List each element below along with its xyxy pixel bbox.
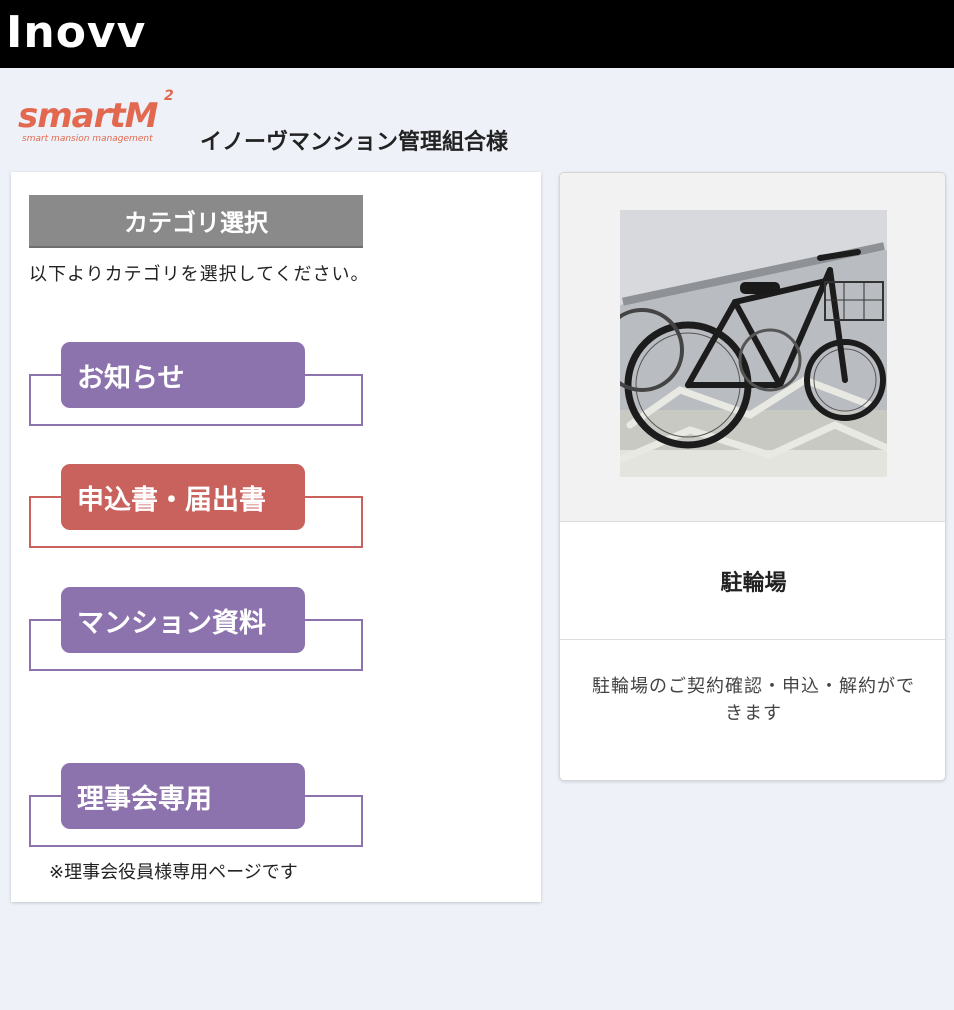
category-label: マンション資料 xyxy=(61,587,305,653)
card-image-area xyxy=(560,173,945,522)
card-title: 駐輪場 xyxy=(560,522,945,640)
category-button-board-only[interactable]: 理事会専用 xyxy=(29,763,363,851)
logo-tagline: smart mansion management xyxy=(22,134,153,144)
category-panel: カテゴリ選択 以下よりカテゴリを選択してください。 お知らせ 申込書・届出書 マ… xyxy=(11,172,541,902)
category-label: 申込書・届出書 xyxy=(61,464,305,530)
logo-superscript: 2 xyxy=(164,88,174,104)
category-label: お知らせ xyxy=(61,342,305,408)
category-button-applications[interactable]: 申込書・届出書 xyxy=(29,464,363,552)
top-bar: Inovv xyxy=(0,0,954,68)
logo-text: smartM xyxy=(18,96,158,136)
bicycle-photo xyxy=(620,210,887,477)
category-label: 理事会専用 xyxy=(61,763,305,829)
brand-logo[interactable]: Inovv xyxy=(6,8,146,58)
bicycle-parking-card[interactable]: 駐輪場 駐輪場のご契約確認・申込・解約ができます xyxy=(559,172,946,781)
category-button-mansion-documents[interactable]: マンション資料 xyxy=(29,587,363,675)
card-description: 駐輪場のご契約確認・申込・解約ができます xyxy=(592,676,915,724)
category-header: カテゴリ選択 xyxy=(29,195,363,248)
smartm-logo[interactable]: smartM 2 smart mansion management xyxy=(18,88,178,150)
category-button-notices[interactable]: お知らせ xyxy=(29,342,363,430)
category-description: 以下よりカテゴリを選択してください。 xyxy=(29,264,370,285)
page-title: イノーヴマンション管理組合様 xyxy=(200,130,509,155)
board-only-note: ※理事会役員様専用ページです xyxy=(49,862,298,883)
